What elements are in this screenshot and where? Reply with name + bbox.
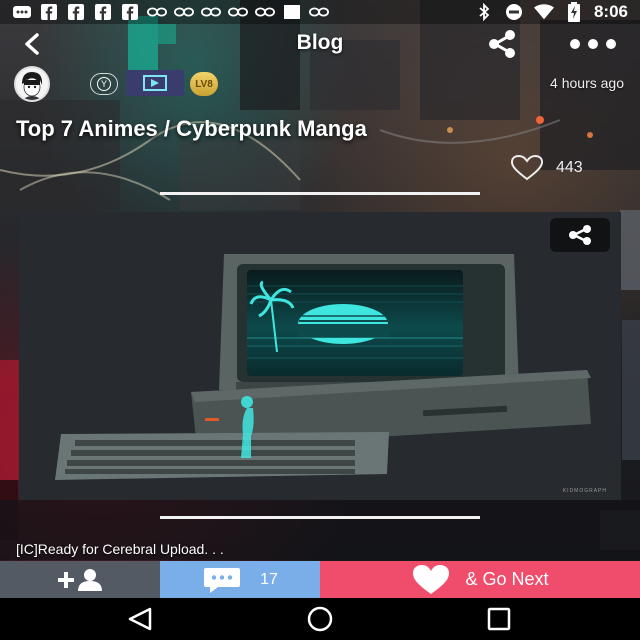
top-divider (160, 192, 480, 195)
follow-button[interactable] (0, 561, 160, 598)
author-badge: Y (90, 73, 118, 95)
nav-back-button[interactable] (126, 606, 154, 632)
share-icon (569, 225, 591, 245)
flag-icon (143, 75, 167, 91)
nav-home-icon (307, 606, 333, 632)
nav-recents-button[interactable] (487, 607, 511, 631)
author-badge-text: Y (97, 77, 111, 91)
message-icon (12, 4, 32, 20)
post-timestamp: 4 hours ago (550, 75, 624, 91)
nav-recents-icon (487, 607, 511, 631)
retro-computer-image (19, 212, 621, 500)
glasses-icon (147, 4, 167, 20)
post-image[interactable]: KIDMOGRAPH (19, 212, 621, 500)
facebook-icon (120, 4, 140, 20)
android-nav-bar (0, 598, 640, 640)
more-dots-icon (570, 39, 616, 49)
avatar[interactable] (14, 66, 50, 102)
more-options-button[interactable] (566, 31, 620, 57)
battery-charging-icon (564, 2, 584, 22)
system-icons: 8:06 (474, 2, 628, 22)
heart-icon (413, 564, 450, 594)
wifi-icon (533, 4, 554, 20)
share-button[interactable] (486, 29, 518, 59)
facebook-icon (39, 4, 59, 20)
notification-icons (12, 4, 329, 20)
author-row: Y LV8 4 hours ago (0, 64, 640, 104)
level-badge: LV8 (190, 72, 218, 96)
next-label: & Go Next (465, 569, 549, 589)
back-arrow-icon (25, 33, 39, 55)
add-user-icon (58, 568, 102, 591)
bluetooth-icon (474, 3, 494, 21)
app-header: Blog (0, 24, 640, 64)
title-chip (126, 70, 184, 96)
like-button[interactable]: 443 (510, 154, 620, 182)
action-bar: 17 & Go Next (0, 561, 640, 598)
like-and-next-button[interactable]: & Go Next (320, 561, 640, 598)
do-not-disturb-icon (504, 4, 524, 20)
like-count: 443 (556, 159, 583, 176)
nav-home-button[interactable] (306, 605, 334, 633)
bottom-divider (160, 516, 480, 519)
comment-count: 17 (260, 570, 278, 588)
heart-outline-icon (510, 154, 544, 181)
image-share-button[interactable] (550, 218, 610, 252)
clock: 8:06 (593, 2, 628, 21)
glasses-icon (228, 4, 248, 20)
glasses-icon (201, 4, 221, 20)
glasses-icon (309, 4, 329, 20)
square-icon (282, 4, 302, 20)
glasses-icon (174, 4, 194, 20)
header-title: Blog (296, 31, 344, 54)
comment-button[interactable]: 17 (160, 561, 320, 598)
post-excerpt: [IC]Ready for Cerebral Upload. . . (16, 541, 224, 557)
glasses-icon (255, 4, 275, 20)
watermark: KIDMOGRAPH (562, 488, 607, 494)
avatar-icon (16, 68, 48, 100)
status-bar: 8:06 (0, 0, 640, 24)
comment-icon (204, 567, 241, 593)
post-title: Top 7 Animes / Cyberpunk Manga (16, 116, 367, 141)
nav-back-icon (128, 607, 152, 631)
share-icon (489, 30, 515, 58)
facebook-icon (66, 4, 86, 20)
back-button[interactable] (18, 29, 48, 59)
facebook-icon (93, 4, 113, 20)
